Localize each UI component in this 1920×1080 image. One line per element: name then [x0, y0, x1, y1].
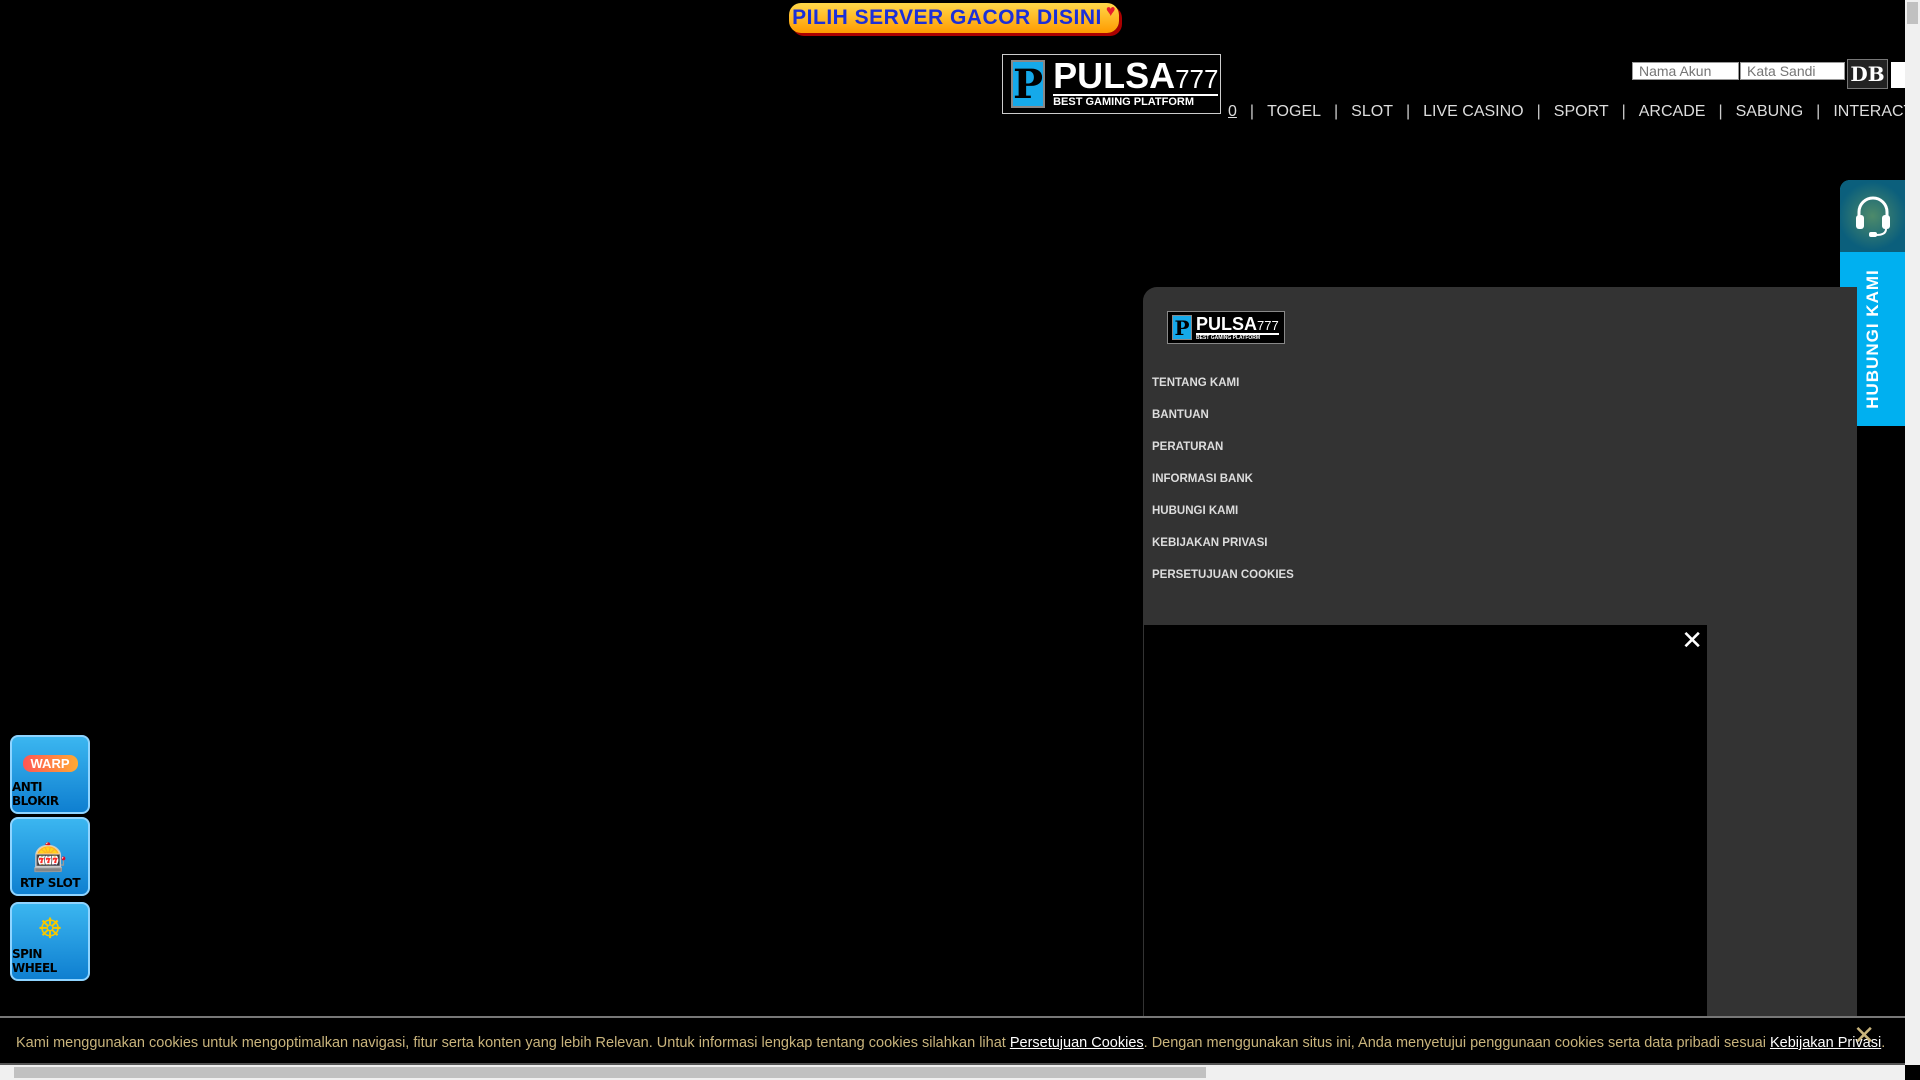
logo-suffix: 777: [1175, 64, 1219, 95]
logo-name: PULSA: [1196, 313, 1258, 334]
footer-logo: P PULSA777 BEST GAMING PLATFORM: [1167, 311, 1285, 344]
footer-link-peraturan[interactable]: PERATURAN: [1152, 441, 1223, 453]
close-icon[interactable]: ✕: [1681, 625, 1703, 656]
nav-separator: |: [1334, 103, 1339, 120]
side-button-label: SPIN WHEEL: [12, 947, 57, 975]
banner-label: PILIH SERVER GACOR DISINI: [792, 6, 1102, 29]
nav-separator: |: [1621, 103, 1626, 120]
headset-icon: [1840, 180, 1905, 252]
footer-link-hubungi-kami[interactable]: HUBUNGI KAMI: [1152, 505, 1238, 517]
nav-item-slot[interactable]: SLOT: [1351, 103, 1393, 121]
heart-icon: ♥: [1105, 3, 1116, 20]
server-banner-link[interactable]: PILIH SERVER GACOR DISINI ♥: [789, 3, 1119, 33]
logo-tagline: BEST GAMING PLATFORM: [1053, 96, 1195, 109]
nav-item-sabung[interactable]: SABUNG: [1736, 103, 1804, 121]
logo-mark: P: [1011, 60, 1046, 108]
nav-item-0[interactable]: 0: [1228, 103, 1237, 121]
warp-badge: WARP: [22, 755, 78, 772]
footer-link-tentang-kami[interactable]: TENTANG KAMI: [1152, 377, 1239, 389]
side-button-anti-blokir[interactable]: WARP ANTI BLOKIR: [10, 735, 90, 814]
footer-link-bantuan[interactable]: BANTUAN: [1152, 409, 1209, 421]
slot-machine-icon: 🎰: [32, 842, 68, 873]
scrollbar-thumb[interactable]: [1907, 2, 1918, 24]
cookie-text: .: [1881, 1035, 1886, 1051]
password-input[interactable]: [1740, 62, 1845, 80]
nav-item-live-casino[interactable]: LIVE CASINO: [1423, 103, 1523, 121]
nav-separator: |: [1816, 103, 1821, 120]
wheel-icon: ☸: [37, 913, 63, 944]
nav-separator: |: [1718, 103, 1723, 120]
username-input[interactable]: [1632, 62, 1739, 80]
nav-item-togel[interactable]: TOGEL: [1267, 103, 1321, 121]
side-button-label: ANTI BLOKIR: [12, 780, 59, 808]
logo-mark: P: [1172, 315, 1192, 340]
side-button-spin-wheel[interactable]: ☸ SPIN WHEEL: [10, 902, 90, 981]
cookie-consent-link[interactable]: Persetujuan Cookies: [1010, 1035, 1144, 1051]
captcha-image: DB: [1847, 59, 1888, 89]
nav-item-sport[interactable]: SPORT: [1554, 103, 1609, 121]
scrollbar-thumb[interactable]: [14, 1067, 1206, 1078]
nav-separator: |: [1536, 103, 1541, 120]
footer-link-persetujuan-cookies[interactable]: PERSETUJUAN COOKIES: [1152, 569, 1294, 581]
main-nav: 0 | TOGEL | SLOT | LIVE CASINO | SPORT | ARCADE | SA…: [1228, 103, 1920, 121]
logo-suffix: 777: [1257, 317, 1279, 333]
nav-separator: |: [1405, 103, 1411, 120]
cookie-close-icon[interactable]: ✕: [1853, 1020, 1875, 1051]
logo-name: PULSA: [1053, 55, 1176, 97]
video-popup: ✕: [1144, 625, 1707, 1016]
contact-tab-label: HUBUNGI KAMI: [1862, 269, 1882, 409]
horizontal-scrollbar[interactable]: [0, 1065, 1905, 1080]
footer-link-informasi-bank[interactable]: INFORMASI BANK: [1152, 473, 1253, 485]
logo-tagline: BEST GAMING PLATFORM: [1196, 334, 1261, 341]
footer-link-kebijakan-privasi[interactable]: KEBIJAKAN PRIVASI: [1152, 537, 1267, 549]
nav-separator: |: [1249, 103, 1255, 120]
captcha-input[interactable]: [1891, 62, 1905, 88]
cookie-message: Kami menggunakan cookies untuk mengoptim…: [16, 1035, 1885, 1051]
cookie-bar: Kami menggunakan cookies untuk mengoptim…: [0, 1016, 1905, 1065]
side-button-rtp-slot[interactable]: 🎰 RTP SLOT: [10, 817, 90, 896]
vertical-scrollbar[interactable]: [1905, 0, 1920, 1065]
nav-item-arcade[interactable]: ARCADE: [1639, 103, 1706, 121]
site-logo[interactable]: P PULSA777 BEST GAMING PLATFORM: [1002, 54, 1221, 114]
cookie-text: . Dengan menggunakan situs ini, Anda men…: [1143, 1035, 1770, 1051]
cookie-text: Kami menggunakan cookies untuk mengoptim…: [16, 1035, 1010, 1051]
side-button-label: RTP SLOT: [19, 876, 81, 890]
